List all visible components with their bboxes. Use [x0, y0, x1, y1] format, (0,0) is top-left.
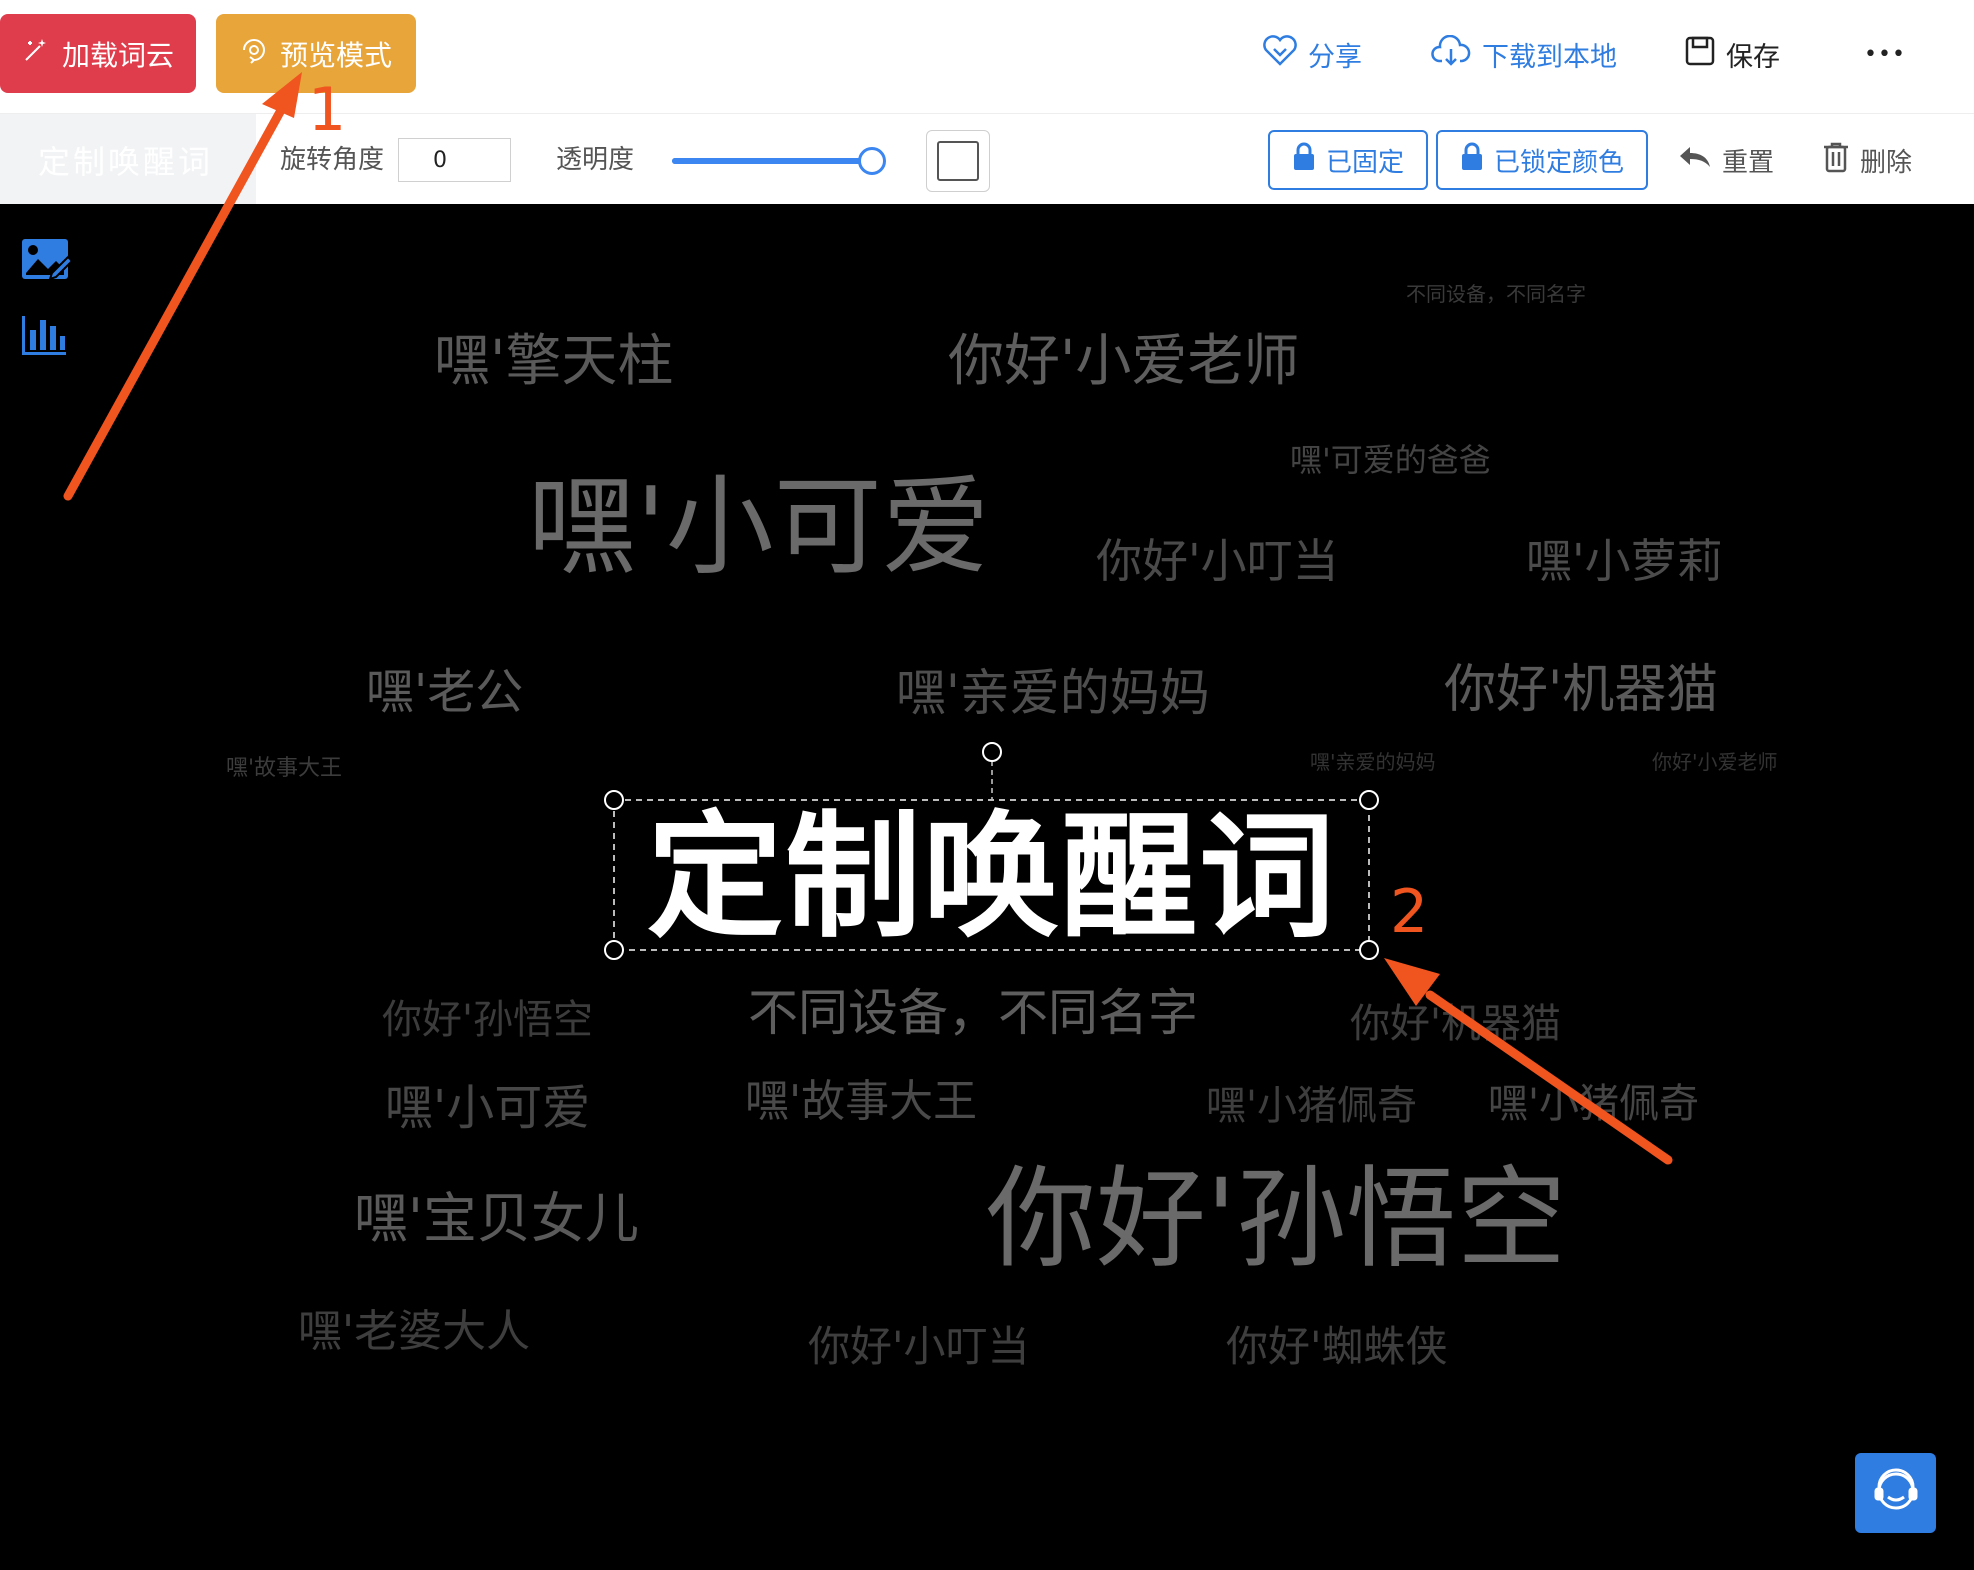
top-bar: 加载词云 预览模式 分享 下载到本地 保存 •••: [0, 0, 1974, 113]
load-wordcloud-label: 加载词云: [61, 38, 174, 72]
cloud-word[interactable]: 嘿'故事大王: [745, 1080, 977, 1124]
heart-icon: [1262, 34, 1298, 74]
cloud-word[interactable]: 嘿'宝贝女儿: [354, 1192, 639, 1246]
annotation-label-1: 1: [308, 75, 347, 145]
trash-icon: [1822, 141, 1850, 180]
more-menu-button[interactable]: •••: [1864, 26, 1906, 82]
cloud-word[interactable]: 你好'蜘蛛侠: [1226, 1326, 1448, 1368]
delete-button[interactable]: 删除: [1822, 138, 1912, 182]
cloud-word[interactable]: 你好'小爱老师: [1652, 752, 1778, 772]
fixed-label: 已固定: [1325, 147, 1404, 178]
cloud-download-icon: [1430, 34, 1472, 74]
preview-mode-label: 预览模式: [279, 38, 392, 72]
share-label: 分享: [1308, 41, 1362, 73]
save-label: 保存: [1726, 41, 1780, 73]
wordcloud-canvas[interactable]: 不同设备，不同名字 嘿'擎天柱 你好'小爱老师 嘿'可爱的爸爸 嘿'小可爱 你好'小叮当嘿…: [0, 204, 1974, 1570]
rotate-handle: [982, 742, 1002, 762]
annotation-label-2: 2: [1390, 877, 1429, 947]
opacity-slider-fill: [672, 158, 872, 164]
cloud-word[interactable]: 嘿'小萝莉: [1526, 538, 1723, 584]
selected-wake-word[interactable]: 定制唤醒词: [612, 804, 1372, 952]
opacity-slider[interactable]: [672, 147, 886, 175]
cloud-word[interactable]: 你好'小叮当: [808, 1326, 1030, 1368]
cloud-word[interactable]: 不同设备，不同名字: [1406, 284, 1586, 304]
lock-color-label: 已锁定颜色: [1493, 147, 1624, 178]
cloud-word[interactable]: 你好'孙悟空: [382, 1000, 593, 1040]
headset-icon: [1870, 1465, 1922, 1521]
opacity-label: 透明度: [556, 145, 635, 175]
cloud-word[interactable]: 不同设备，不同名字: [748, 988, 1198, 1038]
cloud-word[interactable]: 嘿'擎天柱: [434, 334, 673, 390]
cloud-word[interactable]: 你好'小叮当: [1096, 538, 1339, 584]
word-toolbar: 定制唤醒词 旋转角度 透明度 已固定 已锁定颜色 重置: [0, 113, 1974, 205]
lock-color-button[interactable]: 已锁定颜色: [1436, 130, 1648, 190]
magic-wand-icon: [22, 36, 50, 71]
color-picker[interactable]: [926, 130, 990, 192]
edit-image-icon[interactable]: [20, 237, 74, 287]
cloud-word[interactable]: 嘿'老公: [366, 668, 523, 716]
opacity-slider-handle[interactable]: [858, 147, 886, 175]
delete-label: 删除: [1860, 147, 1913, 178]
customer-service-button[interactable]: [1855, 1453, 1936, 1533]
cloud-word[interactable]: 嘿'小可爱: [385, 1084, 590, 1132]
download-label: 下载到本地: [1482, 41, 1617, 73]
cloud-word[interactable]: 嘿'故事大王: [226, 758, 342, 780]
cloud-word[interactable]: 嘿'老婆大人: [298, 1310, 530, 1354]
cloud-word[interactable]: 你好'孙悟空: [986, 1164, 1566, 1274]
reset-button[interactable]: 重置: [1678, 138, 1774, 182]
lock-icon: [1292, 142, 1316, 179]
cloud-word[interactable]: 你好'小爱老师: [948, 334, 1299, 390]
color-swatch: [937, 141, 979, 181]
floppy-disk-icon: [1684, 35, 1716, 74]
selected-word-tab[interactable]: 定制唤醒词: [0, 114, 256, 205]
cloud-word[interactable]: 嘿'可爱的爸爸: [1290, 444, 1491, 476]
cloud-word[interactable]: 嘿'小猪佩奇: [1488, 1084, 1699, 1124]
cloud-word[interactable]: 嘿'小可爱: [528, 474, 990, 582]
share-button[interactable]: 分享: [1262, 26, 1362, 82]
more-icon: •••: [1864, 41, 1906, 67]
load-wordcloud-button[interactable]: 加载词云: [0, 14, 196, 93]
fixed-toggle-button[interactable]: 已固定: [1268, 130, 1428, 190]
reset-label: 重置: [1722, 147, 1775, 178]
download-button[interactable]: 下载到本地: [1430, 26, 1617, 82]
cloud-word[interactable]: 嘿'亲爱的妈妈: [896, 668, 1210, 718]
rotation-input[interactable]: [398, 138, 511, 182]
cloud-word[interactable]: 你好'机器猫: [1444, 664, 1718, 716]
cloud-word[interactable]: 嘿'小猪佩奇: [1206, 1086, 1417, 1126]
save-button[interactable]: 保存: [1684, 26, 1780, 82]
undo-icon: [1678, 144, 1712, 177]
lock-icon: [1460, 142, 1484, 179]
cloud-word[interactable]: 嘿'亲爱的妈妈: [1310, 752, 1436, 772]
bar-chart-icon[interactable]: [20, 314, 74, 364]
cloud-word[interactable]: 你好'机器猫: [1350, 1004, 1561, 1044]
preview-eye-icon: [240, 36, 268, 71]
